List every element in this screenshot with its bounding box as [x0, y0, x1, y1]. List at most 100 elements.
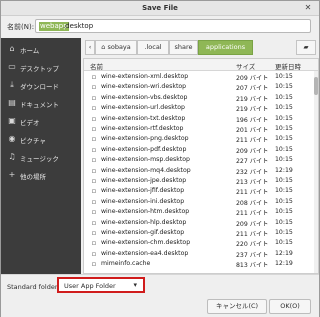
filename-row: 名前(N): webapp .desktop	[1, 16, 319, 36]
table-row[interactable]: ▫ wine-extension-ea4.desktop 237 バイト 12:19	[84, 249, 318, 259]
file-name: wine-extension-pdf.desktop	[101, 145, 187, 153]
table-row[interactable]: ▫ wine-extension-hlp.desktop 209 バイト 10:15	[84, 218, 318, 228]
file-modified: 10:15	[275, 73, 293, 80]
filename-label: 名前(N):	[7, 23, 35, 31]
file-size: 219 バイト	[236, 106, 269, 114]
sidebar-item-other-locations[interactable]: + 他の場所	[1, 166, 81, 184]
file-name: wine-extension-msp.desktop	[101, 156, 190, 164]
file-list-scrollbar[interactable]	[314, 71, 318, 273]
file-modified: 10:15	[275, 187, 293, 195]
file-modified: 10:15	[275, 104, 293, 112]
sidebar-item-downloads[interactable]: ⤓ ダウンロード	[1, 76, 81, 94]
file-icon: ▫	[91, 83, 97, 92]
table-row[interactable]: ▫ wine-extension-jpe.desktop 213 バイト 10:15	[84, 176, 318, 186]
home-icon: ⌂	[9, 44, 15, 53]
table-row[interactable]: ▫ mimeinfo.cache 813 バイト 12:19	[84, 259, 318, 269]
file-icon: ▫	[91, 73, 97, 81]
file-size: 220 バイト	[236, 241, 269, 249]
path-button-share[interactable]: share	[169, 40, 198, 55]
sidebar-item-videos[interactable]: ▣ ビデオ	[1, 112, 81, 130]
file-size: 196 バイト	[236, 116, 269, 124]
file-icon: ▫	[91, 208, 97, 217]
table-row[interactable]: ▫ wine-extension-gif.desktop 211 バイト 10:15	[84, 228, 318, 238]
file-name: wine-extension-chm.desktop	[101, 239, 191, 247]
file-icon: ▫	[91, 93, 97, 102]
cancel-button[interactable]: キャンセル(C)	[207, 299, 267, 314]
table-row[interactable]: ▫ wine-extension-htm.desktop 211 バイト 10:15	[84, 207, 318, 217]
sidebar-item-pictures[interactable]: ◉ ピクチャ	[1, 130, 81, 148]
file-size: 201 バイト	[236, 127, 269, 134]
file-size: 209 バイト	[236, 75, 269, 82]
table-row[interactable]: ▫ wine-extension-mq4.desktop 232 バイト 12:19	[84, 166, 318, 176]
table-row[interactable]: ▫ wine-extension-jfif.desktop 211 バイト 10:15	[84, 186, 318, 196]
bottom-bar: Standard folders: User App Folder ▾ キャンセ…	[1, 274, 319, 317]
file-name: wine-extension-rtf.desktop	[101, 125, 184, 132]
close-icon[interactable]: ✕	[303, 3, 313, 13]
table-row[interactable]: ▫ wine-extension-msp.desktop 227 バイト 10:15	[84, 155, 318, 165]
file-size: 813 バイト	[236, 262, 269, 270]
path-button-sobaya[interactable]: ⌂ sobaya	[95, 40, 137, 55]
table-row[interactable]: ▫ wine-extension-rtf.desktop 201 バイト 10:15	[84, 124, 318, 134]
table-row[interactable]: ▫ wine-extension-xml.desktop 209 バイト 10:15	[84, 72, 318, 82]
table-row[interactable]: ▫ wine-extension-wri.desktop 207 バイト 10:15	[84, 82, 318, 92]
file-size: 209 バイト	[236, 220, 269, 228]
sidebar-item-label: ホーム	[20, 47, 40, 55]
file-size: 227 バイト	[236, 158, 269, 166]
sidebar-item-label: ビデオ	[20, 119, 40, 127]
file-name: wine-extension-png.desktop	[101, 135, 189, 143]
file-size: 213 バイト	[236, 179, 269, 186]
column-header-name[interactable]: 名前	[90, 61, 103, 71]
file-modified: 10:15	[275, 197, 293, 205]
sidebar-item-desktop[interactable]: ▭ デスクトップ	[1, 58, 81, 76]
column-header-size[interactable]: サイズ	[236, 61, 255, 71]
file-icon: ▫	[91, 249, 97, 258]
places-sidebar: ⌂ ホーム ▭ デスクトップ ⤓ ダウンロード ▤ ドキュメント ▣ ビデオ ◉…	[1, 38, 81, 287]
file-name: wine-extension-url.desktop	[101, 104, 185, 112]
path-button-applications[interactable]: applications	[198, 40, 253, 55]
file-name: wine-extension-ini.desktop	[101, 197, 185, 205]
sidebar-item-music[interactable]: ♫ ミュージック	[1, 148, 81, 166]
table-row[interactable]: ▫ wine-extension-png.desktop 211 バイト 10:15	[84, 134, 318, 144]
ok-button[interactable]: OK(O)	[269, 299, 311, 314]
path-button-local[interactable]: .local	[137, 40, 169, 55]
sidebar-item-label: 他の場所	[20, 173, 46, 181]
file-modified: 12:19	[275, 260, 293, 268]
table-row[interactable]: ▫ wine-extension-vbs.desktop 219 バイト 10:15	[84, 93, 318, 103]
scrollbar-thumb[interactable]	[314, 77, 318, 95]
table-row[interactable]: ▫ wine-extension-txt.desktop 196 バイト 10:15	[84, 114, 318, 124]
new-folder-icon: ▰	[303, 43, 309, 51]
file-icon: ▫	[91, 125, 97, 133]
table-row[interactable]: ▫ wine-extension-pdf.desktop 209 バイト 10:15	[84, 145, 318, 155]
chevron-down-icon: ▾	[133, 281, 137, 289]
path-button-label: sobaya	[107, 43, 131, 51]
file-modified: 12:19	[275, 249, 293, 257]
column-header-modified[interactable]: 更新日時	[275, 61, 301, 71]
table-row[interactable]: ▫ wine-extension-ini.desktop 208 バイト 10:15	[84, 197, 318, 207]
video-icon: ▣	[8, 116, 16, 125]
file-name: wine-extension-jfif.desktop	[101, 187, 185, 195]
sidebar-item-documents[interactable]: ▤ ドキュメント	[1, 94, 81, 112]
file-icon: ▫	[91, 229, 97, 237]
file-icon: ▫	[91, 114, 97, 123]
file-modified: 10:15	[275, 156, 293, 164]
table-row[interactable]: ▫ wine-extension-url.desktop 219 バイト 10:15	[84, 103, 318, 113]
sidebar-item-label: ミュージック	[20, 155, 59, 163]
file-modified: 10:15	[275, 125, 293, 132]
table-row[interactable]: ▫ wine-extension-chm.desktop 220 バイト 10:15	[84, 238, 318, 248]
file-size: 207 バイト	[236, 85, 269, 93]
standard-folders-dropdown[interactable]: User App Folder ▾	[57, 277, 145, 293]
file-size: 211 バイト	[236, 231, 269, 238]
path-scroll-left-button[interactable]: ‹	[85, 40, 95, 55]
sidebar-item-label: ピクチャ	[20, 137, 46, 145]
file-icon: ▫	[91, 156, 97, 165]
file-size: 209 バイト	[236, 147, 269, 155]
file-modified: 10:15	[275, 83, 293, 91]
file-name: wine-extension-ea4.desktop	[101, 249, 189, 257]
new-folder-button[interactable]: ▰	[296, 40, 316, 55]
sidebar-item-label: ドキュメント	[20, 101, 59, 109]
filename-input[interactable]: webapp .desktop	[35, 19, 311, 33]
sidebar-item-home[interactable]: ⌂ ホーム	[1, 40, 81, 58]
file-modified: 10:15	[275, 93, 293, 101]
sidebar-item-label: ダウンロード	[20, 83, 59, 91]
document-icon: ▤	[8, 98, 16, 107]
